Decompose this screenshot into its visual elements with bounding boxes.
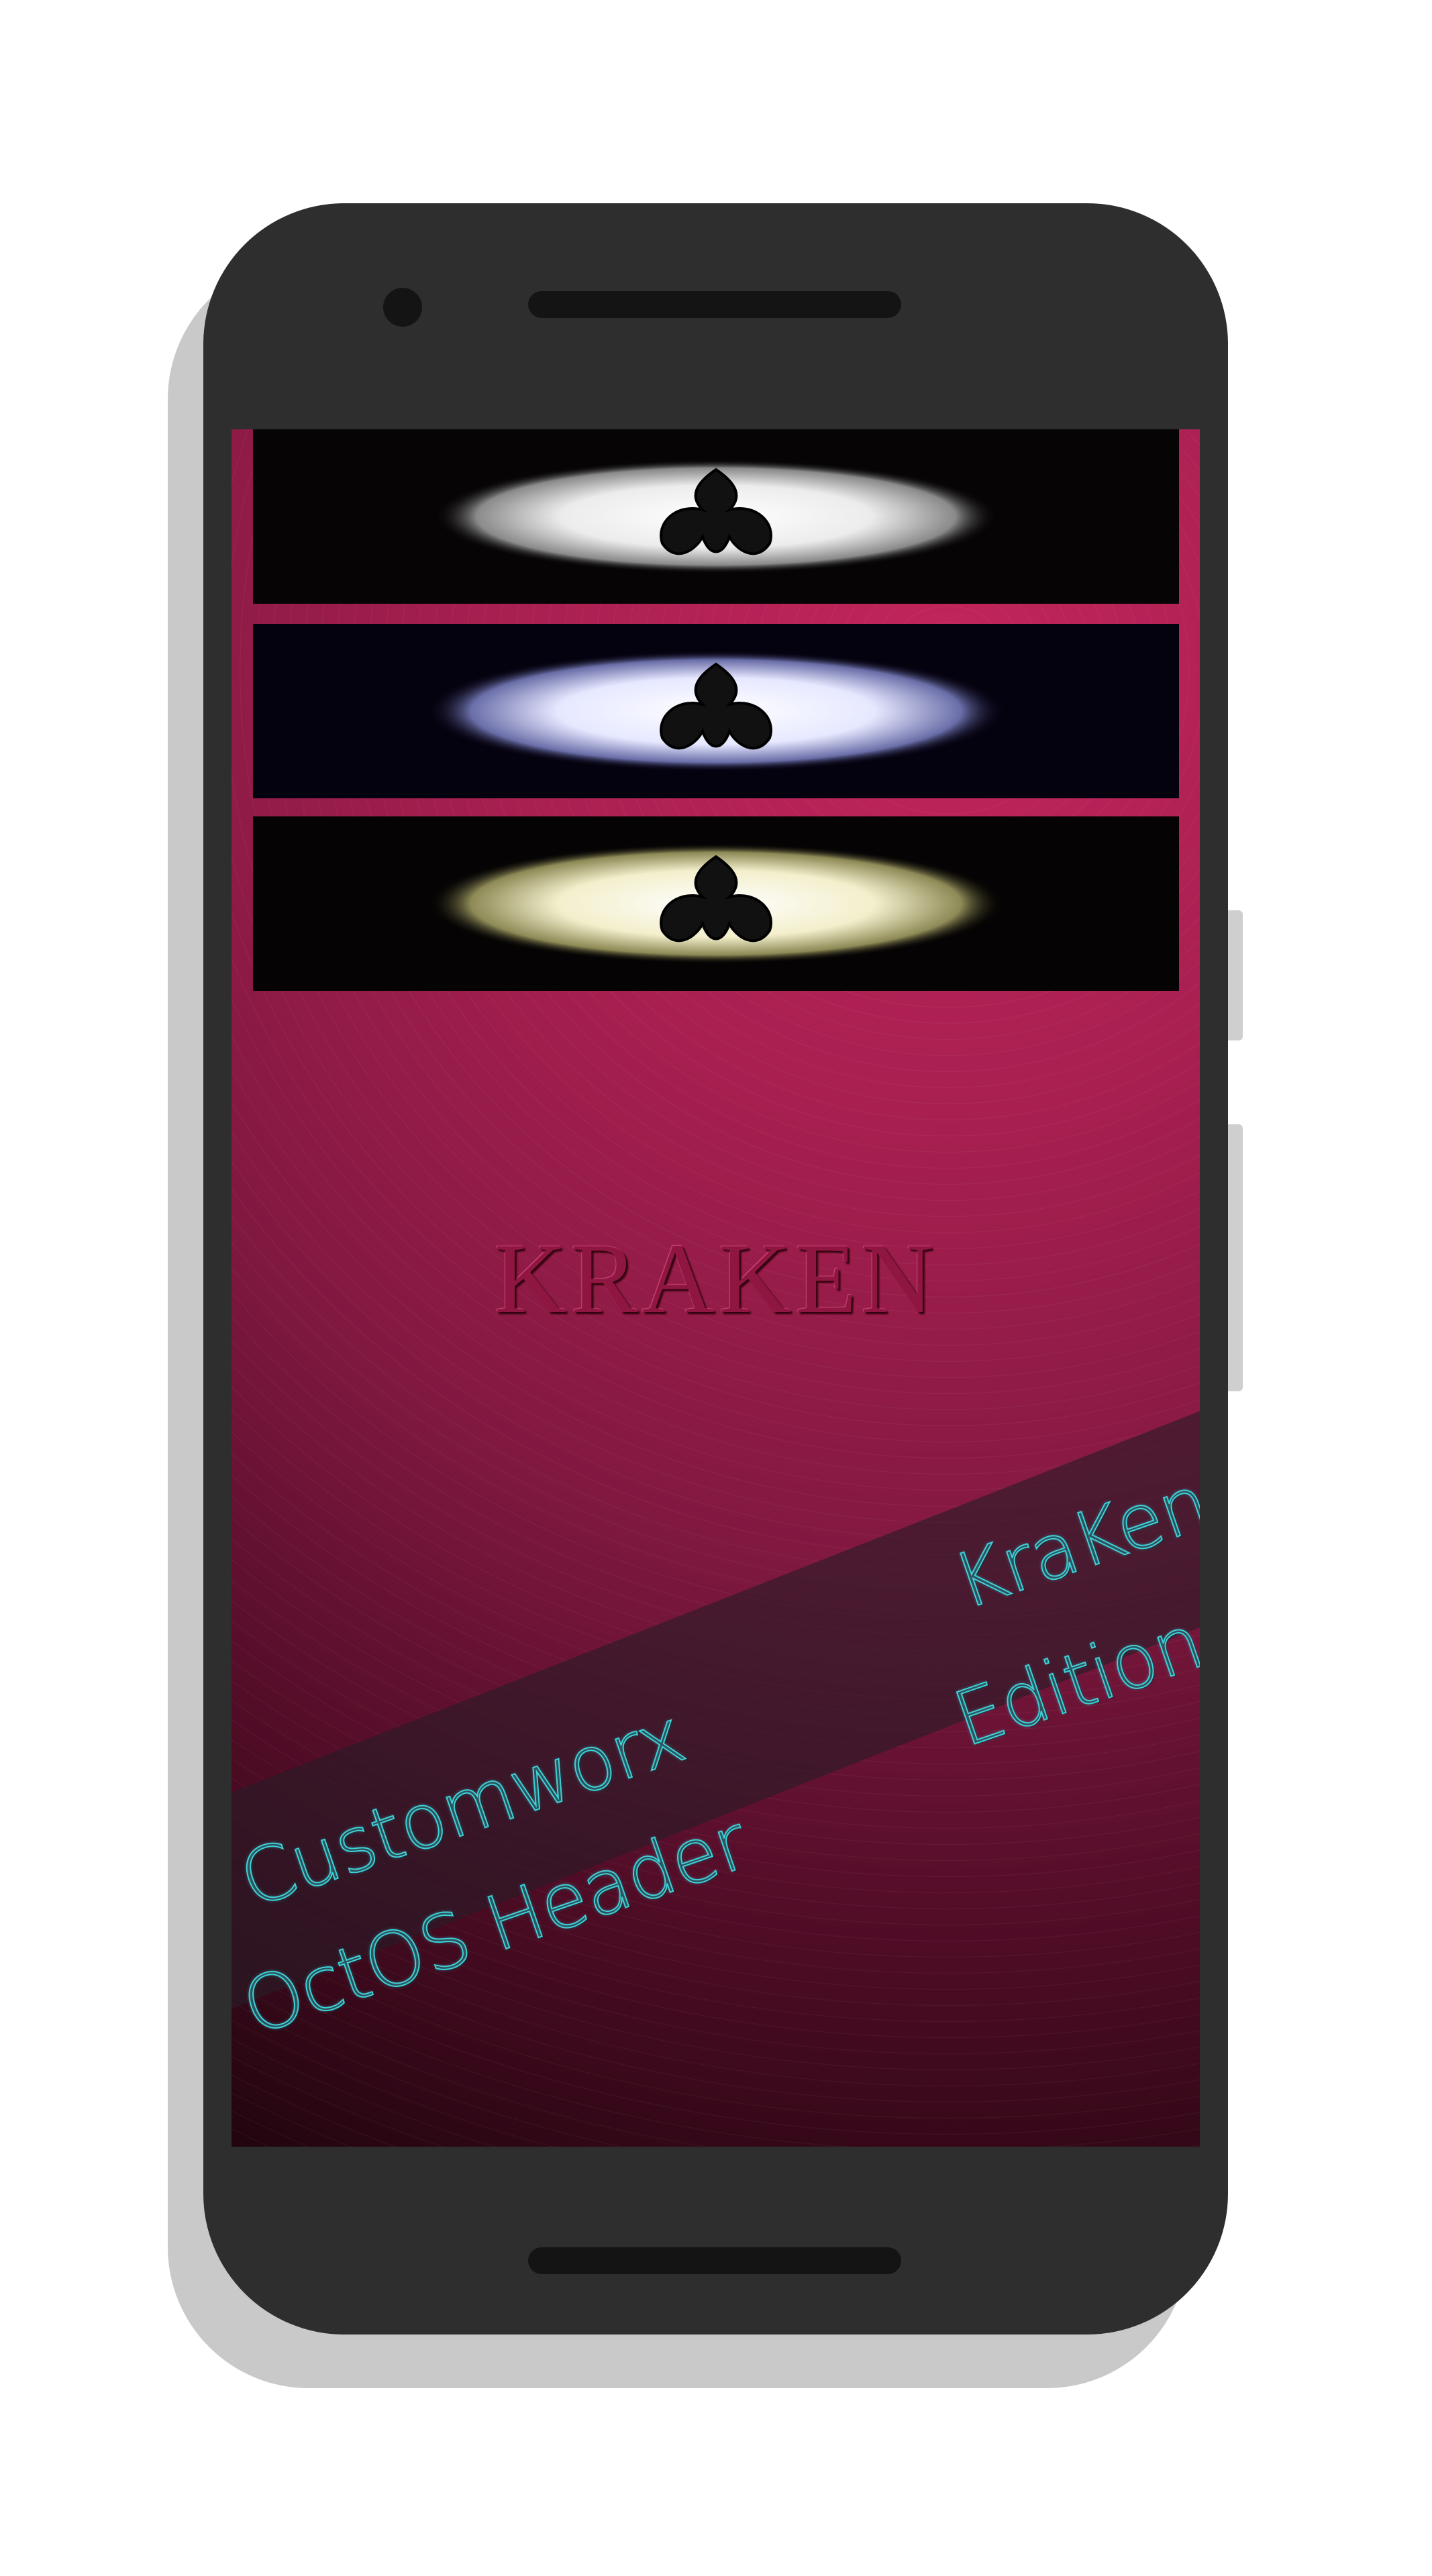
kraken-glow-white [434, 460, 998, 574]
bottom-speaker [528, 2247, 901, 2274]
banner-text-kraken: KraKen [943, 1458, 1200, 1627]
header-preview-gold[interactable] [253, 816, 1179, 991]
kraken-glow-blue [427, 651, 1005, 771]
header-preview-white[interactable] [253, 429, 1179, 604]
kraken-logo-text: KRAKEN [494, 1223, 937, 1334]
volume-button[interactable] [1228, 1124, 1243, 1391]
banner-text-edition: Edition [943, 1598, 1200, 1765]
power-button[interactable] [1228, 910, 1243, 1040]
earpiece-speaker [528, 291, 901, 318]
header-preview-blue[interactable] [253, 624, 1179, 798]
kraken-glow-gold [427, 843, 1005, 964]
phone-screen: KRAKEN Customworx OctOS Header KraKen Ed… [232, 429, 1200, 2147]
front-camera [383, 288, 422, 327]
